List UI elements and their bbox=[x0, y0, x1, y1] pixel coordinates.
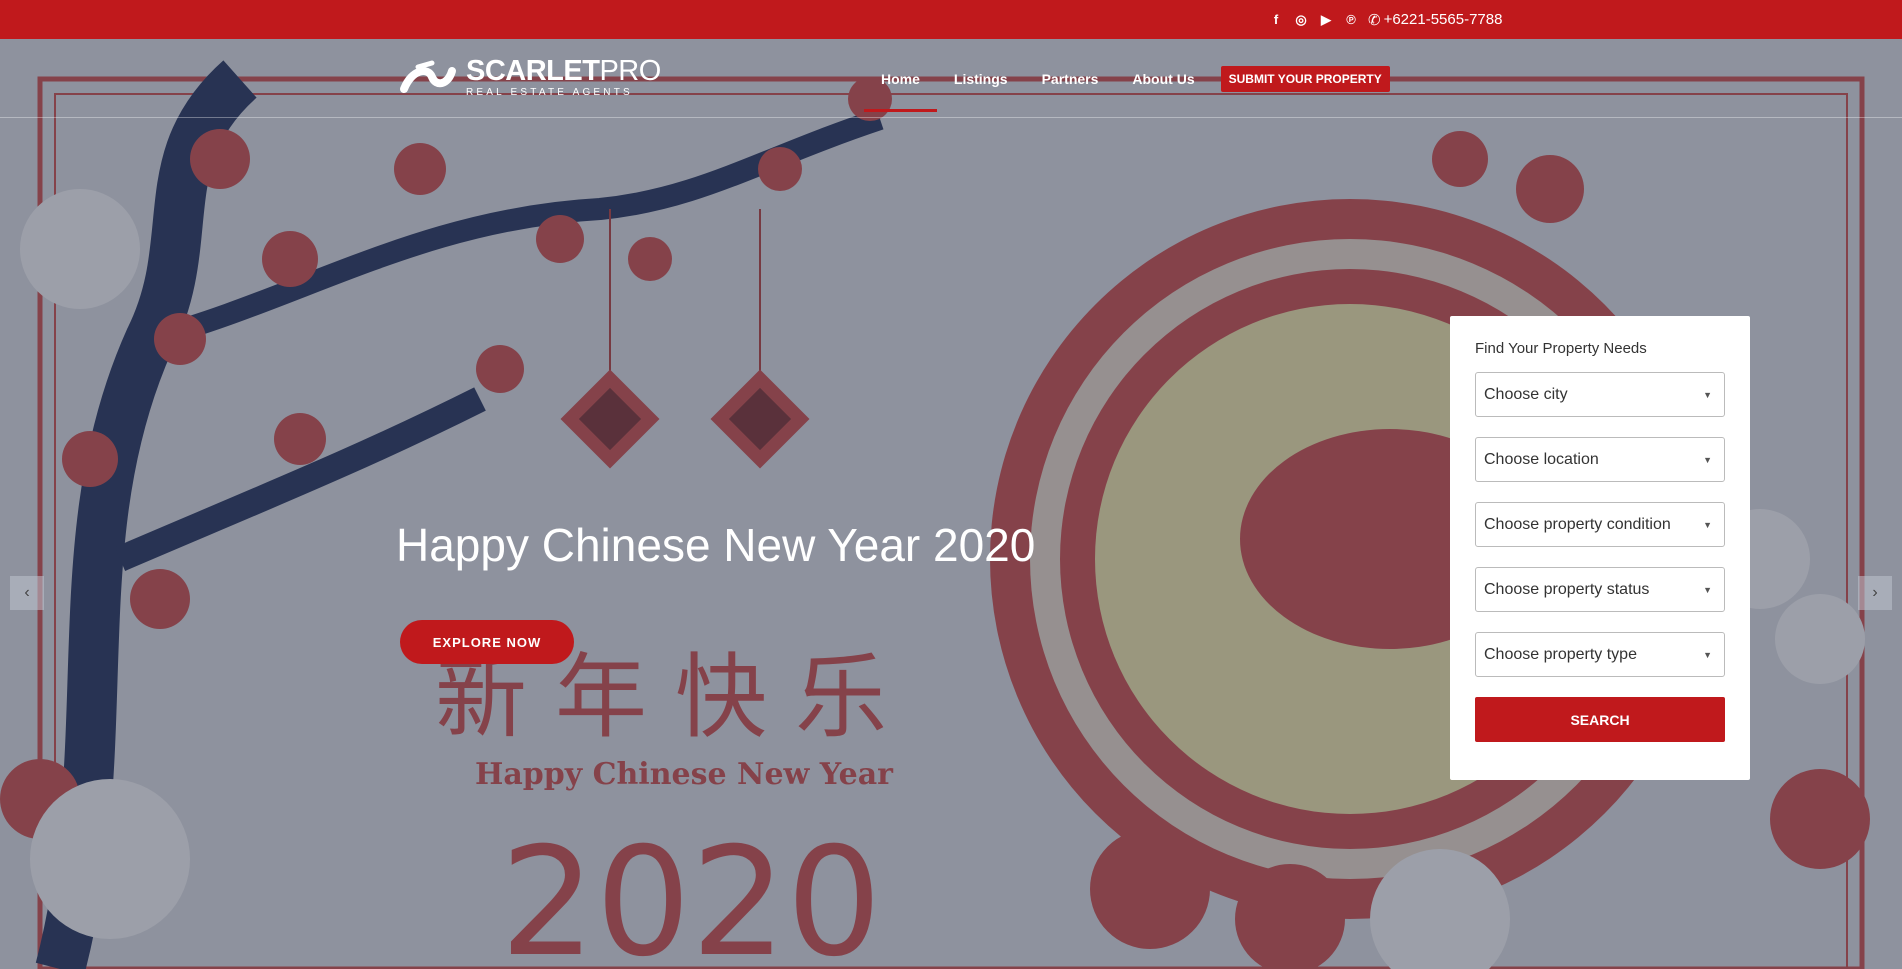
top-bar-contacts: f ◎ ▶ ℗ ✆ +6221-5565-7788 bbox=[1268, 0, 1503, 39]
hero-title: Happy Chinese New Year 2020 bbox=[396, 519, 1036, 571]
phone-number: +6221-5565-7788 bbox=[1383, 11, 1503, 28]
nav-listings[interactable]: Listings bbox=[937, 39, 1025, 118]
nav-home[interactable]: Home bbox=[864, 39, 937, 118]
top-bar: f ◎ ▶ ℗ ✆ +6221-5565-7788 bbox=[0, 0, 1902, 39]
location-select[interactable]: Choose location ▼ bbox=[1475, 437, 1725, 482]
status-select-value: Choose property status bbox=[1484, 580, 1650, 598]
condition-select[interactable]: Choose property condition ▼ bbox=[1475, 502, 1725, 547]
phone-link[interactable]: ✆ +6221-5565-7788 bbox=[1368, 11, 1502, 29]
caret-down-icon: ▼ bbox=[1703, 454, 1712, 465]
caret-down-icon: ▼ bbox=[1703, 584, 1712, 595]
search-panel-title: Find Your Property Needs bbox=[1475, 340, 1647, 357]
nav-about-us[interactable]: About Us bbox=[1115, 39, 1211, 118]
search-button[interactable]: SEARCH bbox=[1475, 697, 1725, 742]
pinterest-icon[interactable]: ℗ bbox=[1343, 12, 1359, 28]
site-logo[interactable]: SCARLETPRO REAL ESTATE AGENTS bbox=[398, 57, 661, 98]
status-select[interactable]: Choose property status ▼ bbox=[1475, 567, 1725, 612]
type-select[interactable]: Choose property type ▼ bbox=[1475, 632, 1725, 677]
caret-down-icon: ▼ bbox=[1703, 389, 1712, 400]
slider-next-button[interactable]: › bbox=[1858, 576, 1892, 610]
logo-tagline: REAL ESTATE AGENTS bbox=[466, 87, 633, 98]
caret-down-icon: ▼ bbox=[1703, 519, 1712, 530]
logo-mark-icon bbox=[400, 60, 456, 93]
main-nav: Home Listings Partners About Us SUBMIT Y… bbox=[864, 39, 1390, 118]
logo-name: SCARLETPRO bbox=[466, 55, 661, 87]
chevron-left-icon: ‹ bbox=[24, 584, 30, 601]
condition-select-value: Choose property condition bbox=[1484, 515, 1671, 533]
property-search-panel: Find Your Property Needs Choose city ▼ C… bbox=[1450, 316, 1750, 780]
city-select-value: Choose city bbox=[1484, 385, 1568, 403]
explore-now-button[interactable]: EXPLORE NOW bbox=[400, 620, 574, 664]
phone-icon: ✆ bbox=[1368, 11, 1381, 29]
location-select-value: Choose location bbox=[1484, 450, 1599, 468]
slider-prev-button[interactable]: ‹ bbox=[10, 576, 44, 610]
caret-down-icon: ▼ bbox=[1703, 649, 1712, 660]
type-select-value: Choose property type bbox=[1484, 645, 1637, 663]
nav-partners[interactable]: Partners bbox=[1025, 39, 1116, 118]
submit-property-button[interactable]: SUBMIT YOUR PROPERTY bbox=[1220, 65, 1390, 92]
site-header: SCARLETPRO REAL ESTATE AGENTS Home Listi… bbox=[0, 39, 1902, 118]
instagram-icon[interactable]: ◎ bbox=[1293, 12, 1309, 28]
city-select[interactable]: Choose city ▼ bbox=[1475, 372, 1725, 417]
chevron-right-icon: › bbox=[1872, 584, 1878, 601]
facebook-icon[interactable]: f bbox=[1268, 12, 1284, 28]
youtube-icon[interactable]: ▶ bbox=[1318, 12, 1334, 28]
